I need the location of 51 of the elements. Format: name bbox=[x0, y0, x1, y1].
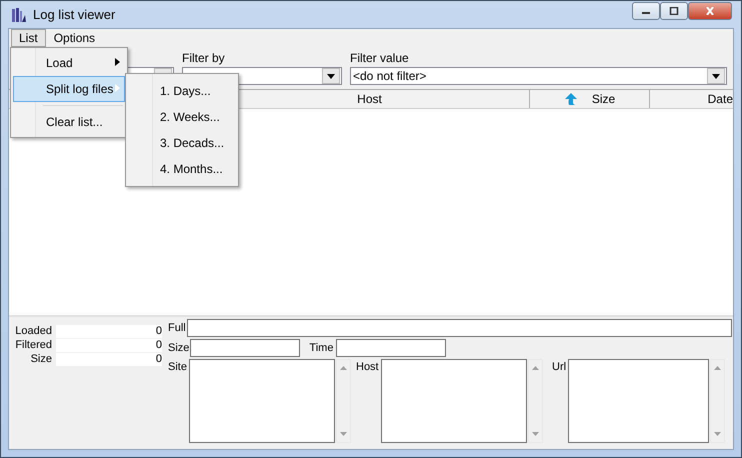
close-button[interactable] bbox=[688, 2, 732, 20]
caret-icon bbox=[712, 74, 720, 78]
time-field[interactable] bbox=[336, 339, 446, 357]
field-label: Url bbox=[552, 360, 567, 373]
maximize-button[interactable] bbox=[660, 2, 688, 20]
filter-dropdown[interactable]: <do not filter> bbox=[350, 67, 727, 85]
stat-value: 0 bbox=[56, 352, 162, 366]
submenu-arrow-icon bbox=[115, 84, 120, 92]
menu-item[interactable]: Clear list... bbox=[13, 109, 125, 135]
full-field[interactable] bbox=[186, 319, 732, 337]
field-label: Full bbox=[168, 322, 186, 334]
stat-label: Size bbox=[30, 353, 53, 365]
text-area[interactable] bbox=[568, 359, 709, 443]
maximize-icon bbox=[669, 6, 679, 14]
menu-item[interactable]: Split log files bbox=[13, 76, 125, 102]
text-area[interactable] bbox=[189, 359, 335, 443]
submenu-arrow-icon bbox=[115, 58, 120, 66]
filter-label: Filter by bbox=[182, 51, 226, 65]
field-label: Time bbox=[309, 342, 334, 354]
caret-icon bbox=[327, 74, 335, 78]
scrollbar[interactable] bbox=[528, 359, 543, 443]
minimize-button[interactable] bbox=[632, 2, 660, 20]
size-field[interactable] bbox=[190, 339, 300, 357]
menu-bar-item[interactable]: List bbox=[11, 29, 46, 47]
menu-item[interactable]: Load bbox=[13, 50, 125, 76]
stat-value: 0 bbox=[56, 324, 162, 338]
scroll-up-icon[interactable] bbox=[340, 366, 347, 370]
scrollbar[interactable] bbox=[336, 359, 351, 443]
window-title: Log list viewer bbox=[33, 7, 116, 22]
scroll-up-icon[interactable] bbox=[714, 366, 721, 370]
field-label: Site bbox=[168, 360, 188, 373]
field-label: Size bbox=[168, 342, 190, 354]
scroll-down-icon[interactable] bbox=[340, 432, 347, 436]
scrollbar[interactable] bbox=[710, 359, 725, 443]
text-area[interactable] bbox=[381, 359, 527, 443]
scroll-down-icon[interactable] bbox=[532, 432, 539, 436]
column-header[interactable]: Size bbox=[530, 90, 650, 108]
menu-bar-item[interactable]: Options bbox=[46, 29, 104, 47]
scroll-up-icon[interactable] bbox=[532, 366, 539, 370]
column-header[interactable]: Date bbox=[650, 90, 733, 108]
stat-label: Loaded bbox=[14, 325, 53, 337]
field-label: Host bbox=[356, 360, 380, 373]
stat-label: Filtered bbox=[14, 339, 53, 351]
dropdown-value: <do not filter> bbox=[352, 69, 428, 83]
menu-item[interactable]: 4. Months... bbox=[128, 156, 236, 182]
scroll-down-icon[interactable] bbox=[714, 432, 721, 436]
close-icon bbox=[705, 6, 715, 14]
books-icon bbox=[11, 6, 27, 22]
menu-item[interactable]: 3. Decads... bbox=[128, 130, 236, 156]
stat-value: 0 bbox=[56, 338, 162, 352]
filter-label: Filter value bbox=[350, 51, 410, 65]
